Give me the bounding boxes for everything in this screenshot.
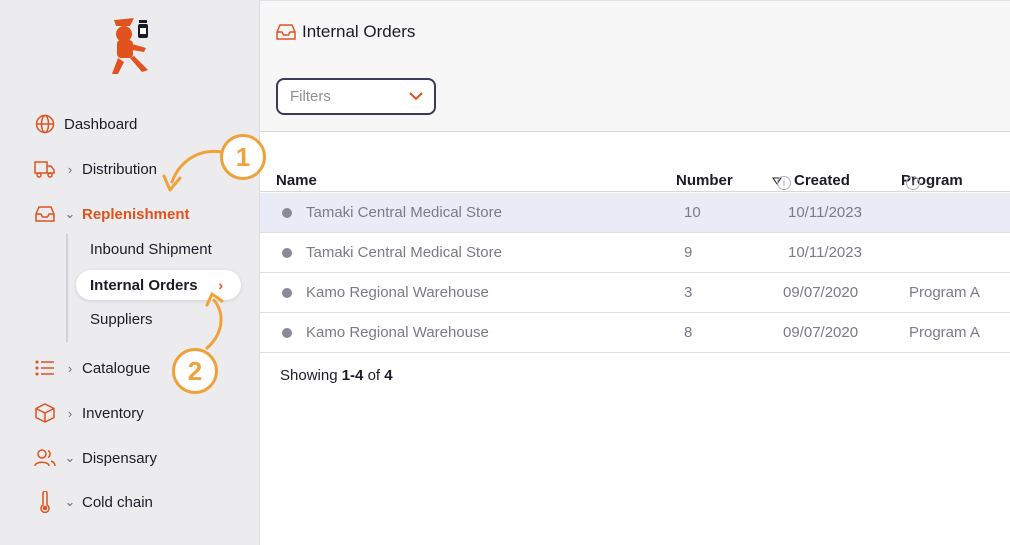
- chevron-right-icon[interactable]: ›: [64, 162, 76, 177]
- column-header-program[interactable]: Program i: [901, 172, 963, 190]
- sidebar: Dashboard › Distribution ⌄ Replenishment…: [0, 0, 260, 545]
- cell-program: Program A: [909, 284, 980, 301]
- globe-icon: [34, 113, 56, 135]
- inbox-icon: [276, 24, 296, 40]
- status-dot: [282, 248, 292, 258]
- sub-item-suppliers[interactable]: Suppliers: [90, 308, 153, 330]
- nav-label: Distribution: [82, 160, 158, 178]
- step-callout-1: 1: [220, 134, 266, 180]
- app-logo: [112, 18, 148, 74]
- chevron-right-icon: ›: [218, 277, 223, 293]
- cell-name: Kamo Regional Warehouse: [306, 324, 489, 341]
- nav-label: Replenishment: [82, 205, 190, 223]
- cell-created: 09/07/2020: [783, 324, 859, 341]
- status-dot: [282, 288, 292, 298]
- cell-created: 09/07/2020: [783, 284, 859, 301]
- box-icon: [34, 402, 56, 424]
- chevron-down-icon[interactable]: ⌄: [64, 206, 76, 222]
- cell-number: 9: [684, 244, 693, 261]
- nav-label: Inventory: [82, 404, 144, 422]
- users-icon: [34, 447, 56, 469]
- column-header-created[interactable]: Created i: [772, 172, 850, 190]
- nav-catalogue[interactable]: › Catalogue: [34, 356, 150, 380]
- nav-dashboard[interactable]: Dashboard: [34, 112, 137, 136]
- filters-placeholder: Filters: [290, 88, 331, 105]
- filters-dropdown[interactable]: Filters: [276, 78, 436, 115]
- table-header: Name Number Created i Program i: [260, 168, 1010, 192]
- cell-name: Kamo Regional Warehouse: [306, 284, 489, 301]
- sub-item-inbound-shipment[interactable]: Inbound Shipment: [90, 238, 212, 260]
- table-row[interactable]: Kamo Regional Warehouse 8 09/07/2020 Pro…: [260, 313, 1010, 353]
- info-icon[interactable]: i: [906, 176, 920, 190]
- page-title-text: Internal Orders: [302, 22, 416, 41]
- nav-label: Dispensary: [82, 449, 158, 467]
- nav-label: Catalogue: [82, 359, 151, 377]
- column-header-number[interactable]: Number: [676, 172, 733, 189]
- table-row[interactable]: Tamaki Central Medical Store 9 10/11/202…: [260, 233, 1010, 273]
- chevron-down-icon: [409, 92, 423, 101]
- nav-cold-chain[interactable]: ⌄ Cold chain: [34, 490, 153, 514]
- step-callout-2: 2: [172, 348, 218, 394]
- cell-program: Program A: [909, 324, 980, 341]
- cell-name: Tamaki Central Medical Store: [306, 204, 502, 221]
- info-icon[interactable]: i: [777, 176, 791, 190]
- cell-created: 10/11/2023: [788, 244, 862, 261]
- chevron-right-icon[interactable]: ›: [64, 406, 76, 421]
- inbox-icon: [34, 203, 56, 225]
- cell-created: 10/11/2023: [788, 204, 862, 221]
- sub-item-label: Internal Orders: [90, 276, 198, 294]
- sub-item-label: Suppliers: [90, 310, 153, 328]
- truck-icon: [34, 158, 56, 180]
- nav-distribution[interactable]: › Distribution: [34, 157, 157, 181]
- list-icon: [34, 357, 56, 379]
- table-row[interactable]: Tamaki Central Medical Store 10 10/11/20…: [260, 193, 1010, 233]
- thermometer-icon: [34, 491, 56, 513]
- chevron-right-icon[interactable]: ›: [64, 361, 76, 376]
- nav-inventory[interactable]: › Inventory: [34, 401, 144, 425]
- sub-item-internal-orders[interactable]: Internal Orders ›: [76, 270, 241, 300]
- chevron-down-icon[interactable]: ⌄: [64, 450, 76, 466]
- pagination-summary: Showing 1-4 of 4: [280, 367, 393, 384]
- table-row[interactable]: Kamo Regional Warehouse 3 09/07/2020 Pro…: [260, 273, 1010, 313]
- chevron-down-icon[interactable]: ⌄: [64, 494, 76, 510]
- nav-label: Cold chain: [82, 493, 153, 511]
- sub-item-label: Inbound Shipment: [90, 240, 212, 258]
- page-title: Internal Orders: [276, 22, 415, 42]
- nav-replenishment[interactable]: ⌄ Replenishment: [34, 202, 190, 226]
- cell-number: 10: [684, 204, 701, 221]
- status-dot: [282, 208, 292, 218]
- cell-number: 8: [684, 324, 693, 341]
- status-dot: [282, 328, 292, 338]
- cell-number: 3: [684, 284, 693, 301]
- nav-label: Dashboard: [64, 115, 138, 133]
- cell-name: Tamaki Central Medical Store: [306, 244, 502, 261]
- column-header-name[interactable]: Name: [276, 172, 317, 189]
- nav-dispensary[interactable]: ⌄ Dispensary: [34, 446, 157, 470]
- submenu-line: [66, 234, 68, 342]
